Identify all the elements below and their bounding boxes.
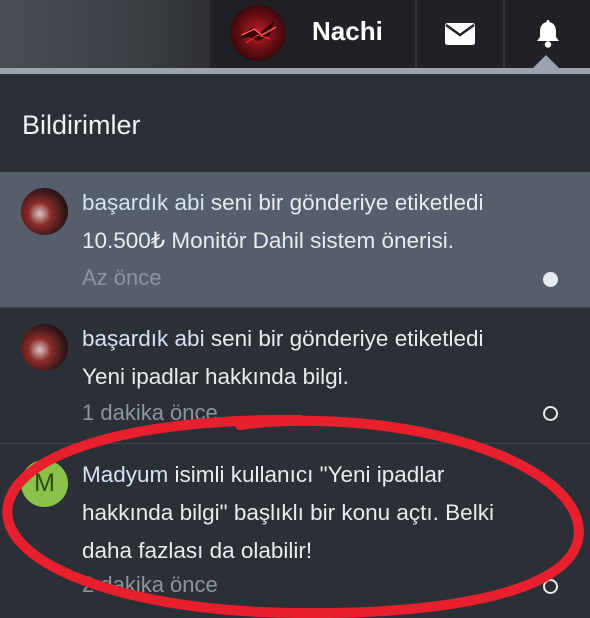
timestamp: 2 dakika önce: [82, 572, 218, 597]
envelope-icon: [445, 23, 475, 45]
actor-name[interactable]: Madyum: [82, 462, 168, 487]
dropdown-pointer: [532, 55, 560, 69]
mark-unread-button[interactable]: [543, 406, 558, 421]
notification-action: seni bir gönderiye etiketledi: [210, 190, 484, 215]
notification-text: başardık abi seni bir gönderiye etiketle…: [82, 320, 552, 396]
notification-item[interactable]: başardık abi seni bir gönderiye etiketle…: [0, 172, 590, 308]
timestamp: Az önce: [82, 265, 162, 290]
panel-title: Bildirimler: [22, 110, 141, 140]
mark-read-button[interactable]: [543, 272, 558, 287]
notification-subject: "Yeni ipadlar: [319, 462, 445, 487]
notification-action: seni bir gönderiye etiketledi: [210, 326, 484, 351]
actor-name[interactable]: başardık abi: [82, 326, 205, 351]
notification-line: daha fazlası da olabilir!: [82, 538, 313, 563]
bell-icon: [537, 20, 559, 48]
notification-line: hakkında bilgi" başlıklı bir konu açtı. …: [82, 500, 494, 525]
avatar[interactable]: [21, 188, 68, 235]
actor-name[interactable]: başardık abi: [82, 190, 205, 215]
avatar[interactable]: [21, 324, 68, 371]
timestamp: 1 dakika önce: [82, 400, 218, 425]
notification-subject[interactable]: 10.500₺ Monitör Dahil sistem önerisi.: [82, 228, 454, 253]
notification-action: isimli kullanıcı: [174, 462, 320, 487]
notifications-panel-header: Bildirimler: [0, 74, 590, 173]
notification-subject[interactable]: Yeni ipadlar hakkında bilgi.: [82, 364, 349, 389]
username[interactable]: Nachi: [312, 16, 383, 47]
notification-text: Madyum isimli kullanıcı "Yeni ipadlar ha…: [82, 456, 552, 570]
notification-item[interactable]: başardık abi seni bir gönderiye etiketle…: [0, 308, 590, 444]
header-background: [0, 0, 210, 68]
user-menu[interactable]: Nachi: [210, 0, 415, 68]
messages-button[interactable]: [417, 0, 503, 68]
avatar[interactable]: [230, 5, 286, 61]
avatar[interactable]: M: [21, 460, 68, 507]
notification-text: başardık abi seni bir gönderiye etiketle…: [82, 184, 552, 260]
mark-unread-button[interactable]: [543, 579, 558, 594]
top-bar: Nachi: [0, 0, 590, 68]
notification-item[interactable]: M Madyum isimli kullanıcı "Yeni ipadlar …: [0, 444, 590, 618]
